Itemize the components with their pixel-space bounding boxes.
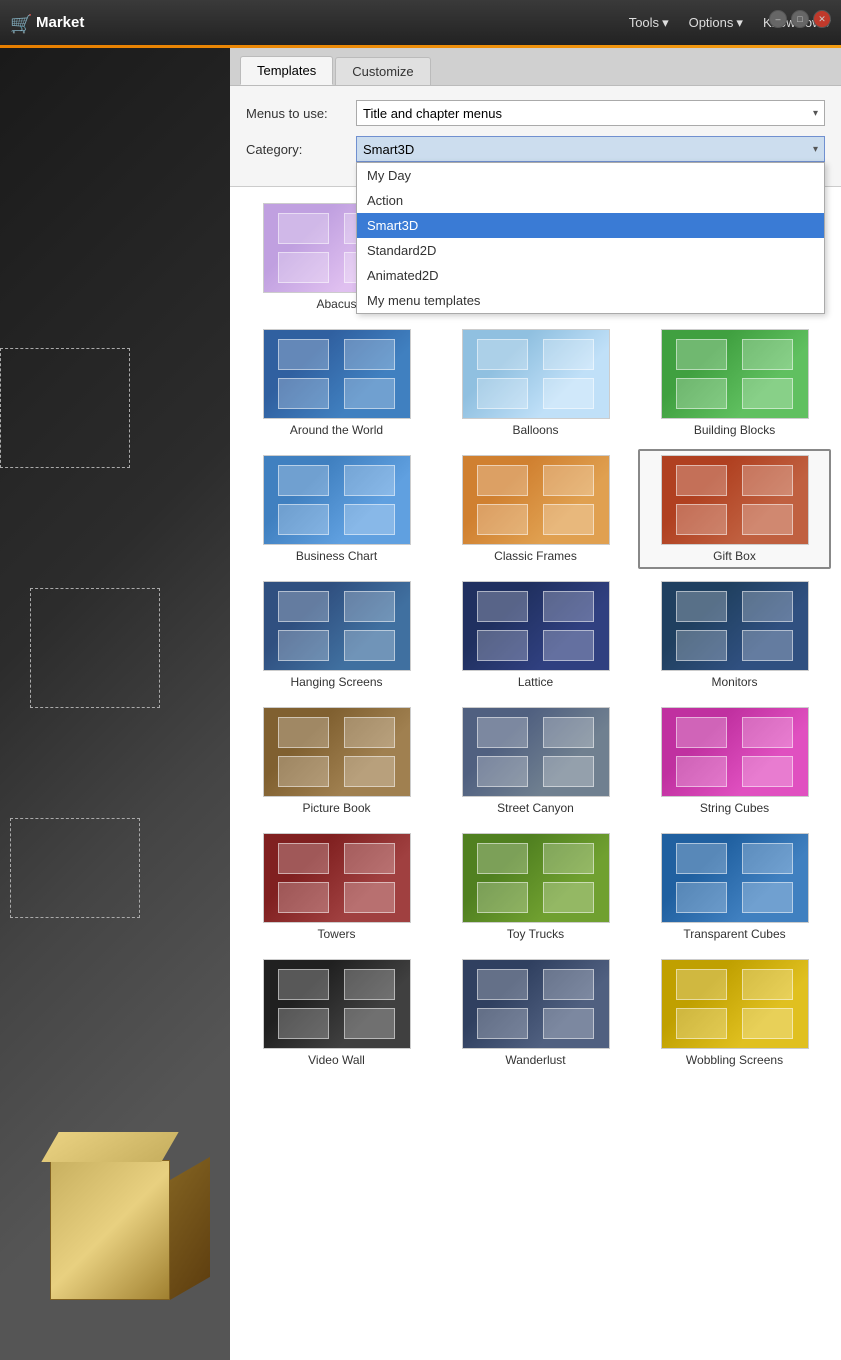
label-video-wall: Video Wall [308,1053,365,1067]
category-row: Category: Smart3D ▾ My Day Action Smart3… [246,136,825,162]
close-button[interactable]: ✕ [813,10,831,28]
label-business-chart: Business Chart [296,549,377,563]
options-menu[interactable]: Options ▾ [689,15,743,31]
label-toy-trucks: Toy Trucks [507,927,564,941]
grid-item-monitors[interactable]: Monitors [638,575,831,695]
grid-item-lattice[interactable]: Lattice [439,575,632,695]
menus-row: Menus to use: Title and chapter menus ▾ [246,100,825,126]
grid-item-classic-frames[interactable]: Classic Frames [439,449,632,569]
form-area: Menus to use: Title and chapter menus ▾ … [230,86,841,187]
grid-item-balloons[interactable]: Balloons [439,323,632,443]
grid-item-string-cubes[interactable]: String Cubes [638,701,831,821]
label-wobbling-screens: Wobbling Screens [686,1053,783,1067]
dashed-rect-3 [10,818,140,918]
dropdown-item-standard2d[interactable]: Standard2D [357,238,824,263]
category-dropdown-menu: My Day Action Smart3D Standard2D Animate… [356,162,825,314]
tab-templates[interactable]: Templates [240,56,333,85]
grid-item-towers[interactable]: Towers [240,827,433,947]
menus-label: Menus to use: [246,106,356,121]
label-picture-book: Picture Book [302,801,370,815]
dropdown-item-action[interactable]: Action [357,188,824,213]
label-street-canyon: Street Canyon [497,801,574,815]
label-balloons: Balloons [512,423,558,437]
label-lattice: Lattice [518,675,553,689]
thumb-hanging-screens [263,581,411,671]
label-hanging-screens: Hanging Screens [290,675,382,689]
category-dropdown-container: Smart3D ▾ My Day Action Smart3D Standard… [356,136,825,162]
sidebar-background [0,48,230,1360]
market-icon: 🛒 [10,14,32,32]
category-select[interactable]: Smart3D ▾ [356,136,825,162]
grid-item-business-chart[interactable]: Business Chart [240,449,433,569]
grid-item-picture-book[interactable]: Picture Book [240,701,433,821]
thumb-picture-book [263,707,411,797]
dropdown-item-my-menu[interactable]: My menu templates [357,288,824,313]
thumb-balloons [462,329,610,419]
thumb-business-chart [263,455,411,545]
grid-item-wanderlust[interactable]: Wanderlust [439,953,632,1073]
label-around-world: Around the World [290,423,383,437]
grid-item-video-wall[interactable]: Video Wall [240,953,433,1073]
content-panel: Templates Customize Menus to use: Title … [230,48,841,1360]
dropdown-item-my-day[interactable]: My Day [357,163,824,188]
thumb-string-cubes [661,707,809,797]
sidebar-box [20,1100,180,1300]
category-select-arrow: ▾ [813,144,818,155]
thumb-gift-box [661,455,809,545]
thumb-wanderlust [462,959,610,1049]
dropdown-item-smart3d[interactable]: Smart3D [357,213,824,238]
thumb-lattice [462,581,610,671]
label-string-cubes: String Cubes [700,801,769,815]
title-bar: 🛒 Market Tools ▾ Options ▾ KnowHow ▾ – □… [0,0,841,45]
thumb-toy-trucks [462,833,610,923]
label-monitors: Monitors [711,675,757,689]
tools-menu[interactable]: Tools ▾ [629,15,669,31]
window-controls: – □ ✕ [769,10,831,28]
label-transparent-cubes: Transparent Cubes [683,927,785,941]
grid-area: AbacusAbstract FramesAbstract RingsAroun… [230,187,841,1360]
thumb-classic-frames [462,455,610,545]
menus-select[interactable]: Title and chapter menus ▾ [356,100,825,126]
dashed-rect-1 [0,348,130,468]
box-top [41,1132,178,1162]
thumb-street-canyon [462,707,610,797]
tab-customize[interactable]: Customize [335,57,430,85]
grid-item-wobbling-screens[interactable]: Wobbling Screens [638,953,831,1073]
thumb-monitors [661,581,809,671]
grid-item-transparent-cubes[interactable]: Transparent Cubes [638,827,831,947]
category-label: Category: [246,142,356,157]
grid-item-around-world[interactable]: Around the World [240,323,433,443]
thumb-video-wall [263,959,411,1049]
grid-item-street-canyon[interactable]: Street Canyon [439,701,632,821]
thumb-building-blocks [661,329,809,419]
box-side [170,1157,210,1300]
thumb-around-world [263,329,411,419]
main-area: Templates Customize Menus to use: Title … [0,48,841,1360]
thumb-transparent-cubes [661,833,809,923]
label-towers: Towers [317,927,355,941]
minimize-button[interactable]: – [769,10,787,28]
app-title: Market [36,14,84,31]
thumb-towers [263,833,411,923]
grid-item-toy-trucks[interactable]: Toy Trucks [439,827,632,947]
dropdown-item-animated2d[interactable]: Animated2D [357,263,824,288]
title-bar-left: 🛒 Market [10,14,84,32]
thumb-wobbling-screens [661,959,809,1049]
label-building-blocks: Building Blocks [694,423,775,437]
dashed-rect-2 [30,588,160,708]
label-wanderlust: Wanderlust [505,1053,565,1067]
label-classic-frames: Classic Frames [494,549,577,563]
box-front [50,1160,170,1300]
sidebar [0,48,230,1360]
sidebar-content [0,48,230,1360]
grid-item-building-blocks[interactable]: Building Blocks [638,323,831,443]
grid-item-hanging-screens[interactable]: Hanging Screens [240,575,433,695]
label-abacus: Abacus [316,297,356,311]
tab-bar: Templates Customize [230,48,841,86]
maximize-button[interactable]: □ [791,10,809,28]
grid-item-gift-box[interactable]: Gift Box [638,449,831,569]
menus-select-arrow: ▾ [813,108,818,119]
template-grid: AbacusAbstract FramesAbstract RingsAroun… [240,197,831,1073]
label-gift-box: Gift Box [713,549,756,563]
